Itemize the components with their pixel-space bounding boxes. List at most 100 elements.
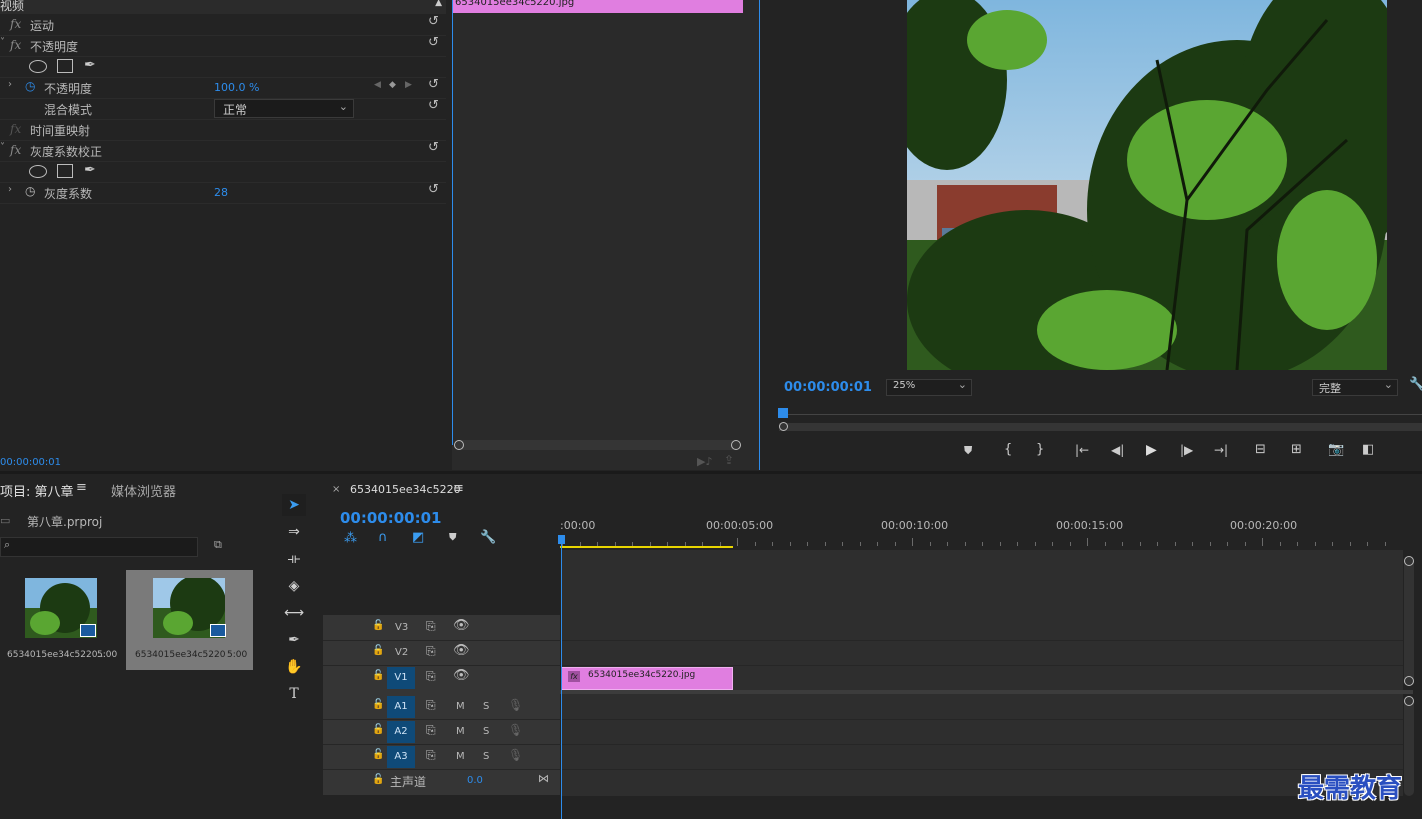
quality-select[interactable]: 完整 ⌄ <box>1312 378 1398 396</box>
ellipse-mask-icon[interactable] <box>29 60 47 73</box>
eye-icon[interactable]: 👁 <box>453 668 470 683</box>
microphone-icon[interactable]: 🎙 <box>508 698 523 712</box>
ellipse-mask-icon[interactable] <box>29 165 47 178</box>
stopwatch-icon[interactable]: ◷ <box>25 79 35 93</box>
lock-icon[interactable]: 🔓 <box>372 620 384 631</box>
program-playhead[interactable] <box>778 408 788 418</box>
scroll-handle-left[interactable] <box>779 422 788 431</box>
go-to-in-icon[interactable]: |← <box>1075 443 1089 457</box>
mute-button[interactable]: M <box>456 726 465 737</box>
program-scrollbar[interactable] <box>779 422 1422 431</box>
scroll-handle-left[interactable] <box>454 440 464 450</box>
timeline-clip[interactable]: fx 6534015ee34c5220.jpg <box>561 667 733 690</box>
prev-keyframe-icon[interactable]: ◀ <box>374 80 381 90</box>
timeline-timecode[interactable]: 00:00:00:01 <box>340 509 442 527</box>
track-label[interactable]: V3 <box>395 622 408 633</box>
reset-icon[interactable]: ↺ <box>428 182 439 197</box>
go-to-out-icon[interactable]: →| <box>1214 443 1228 457</box>
play-icon[interactable]: ▶ <box>1146 442 1157 458</box>
eye-icon[interactable]: 👁 <box>453 618 470 633</box>
sync-lock-icon[interactable]: ⎘ <box>426 619 436 634</box>
sync-lock-icon[interactable]: ⎘ <box>426 748 436 763</box>
panel-menu-icon[interactable]: ≡ <box>76 480 87 495</box>
sync-lock-icon[interactable]: ⎘ <box>426 669 436 684</box>
eye-icon[interactable]: 👁 <box>453 643 470 658</box>
track-target-a3[interactable]: A3 <box>387 746 415 768</box>
lock-icon[interactable]: 🔓 <box>372 774 384 785</box>
rectangle-mask-icon[interactable] <box>57 59 73 73</box>
audio-vscroll[interactable] <box>1404 696 1414 796</box>
master-value[interactable]: 0.0 <box>467 775 483 786</box>
compare-view-icon[interactable]: ◧ <box>1362 442 1374 457</box>
solo-button[interactable]: S <box>483 726 489 737</box>
add-keyframe-icon[interactable]: ◆ <box>389 80 396 90</box>
mark-in-icon[interactable]: { <box>1004 442 1012 457</box>
step-forward-icon[interactable]: |▶ <box>1180 443 1193 457</box>
mute-button[interactable]: M <box>456 751 465 762</box>
step-back-icon[interactable]: ◀| <box>1111 443 1124 457</box>
camera-icon[interactable]: 📷 <box>1328 442 1344 457</box>
project-search-input[interactable]: ⌕ <box>0 537 198 557</box>
video-vscroll[interactable] <box>1404 556 1414 686</box>
expand-chevron-icon[interactable]: › <box>8 184 12 195</box>
lift-icon[interactable]: ⊟ <box>1255 442 1266 457</box>
next-keyframe-icon[interactable]: ▶ <box>405 80 412 90</box>
lock-icon[interactable]: 🔓 <box>372 699 384 710</box>
mute-button[interactable]: M <box>456 701 465 712</box>
add-marker-icon[interactable]: ⛊ <box>964 444 972 458</box>
program-ruler[interactable] <box>779 408 1422 420</box>
pen-tool-icon[interactable]: ✒ <box>282 629 306 651</box>
export-icon[interactable]: ⇪ <box>724 453 734 467</box>
microphone-icon[interactable]: 🎙 <box>508 723 523 737</box>
ripple-edit-tool-icon[interactable]: ⟛ <box>282 548 306 570</box>
track-label[interactable]: V2 <box>395 647 408 658</box>
sync-lock-icon[interactable]: ⎘ <box>426 698 436 713</box>
effect-row-time-remap[interactable]: fx 时间重映射 <box>0 119 446 141</box>
reset-icon[interactable]: ↺ <box>428 98 439 113</box>
scroll-handle-top[interactable] <box>1404 696 1414 706</box>
selection-tool-icon[interactable]: ➤ <box>282 494 306 516</box>
microphone-icon[interactable]: 🎙 <box>508 748 523 762</box>
tab-project[interactable]: 项目: 第八章 <box>0 481 74 500</box>
track-target-v1[interactable]: V1 <box>387 667 415 689</box>
effect-row-motion[interactable]: fx 运动 ↺ <box>0 14 446 36</box>
lock-icon[interactable]: 🔓 <box>372 670 384 681</box>
track-select-tool-icon[interactable]: ⇒ <box>282 521 306 543</box>
reset-icon[interactable]: ↺ <box>428 140 439 155</box>
collapse-up-icon[interactable]: ▲ <box>435 0 442 8</box>
track-target-a1[interactable]: A1 <box>387 696 415 718</box>
razor-tool-icon[interactable]: ◈ <box>282 575 306 597</box>
go-to-end-icon[interactable]: ⋈ <box>538 772 549 785</box>
mark-out-icon[interactable]: } <box>1036 442 1044 457</box>
hand-tool-icon[interactable]: ✋ <box>282 656 306 678</box>
wrench-icon[interactable]: 🔧 <box>480 530 496 545</box>
zoom-select[interactable]: 25% ⌄ <box>886 378 972 396</box>
wrench-icon[interactable]: 🔧 <box>1409 377 1422 392</box>
sync-lock-icon[interactable]: ⎘ <box>426 723 436 738</box>
scroll-handle-right[interactable] <box>731 440 741 450</box>
sequence-tab[interactable]: 6534015ee34c5220 <box>350 483 461 496</box>
lock-icon[interactable]: 🔓 <box>372 645 384 656</box>
slip-tool-icon[interactable]: ⟷ <box>282 602 306 624</box>
effect-row-gamma[interactable]: ˅ fx 灰度系数校正 ↺ <box>0 140 446 162</box>
snap-magnet-icon[interactable]: ∩ <box>378 530 388 545</box>
reset-icon[interactable]: ↺ <box>428 35 439 50</box>
extract-icon[interactable]: ⊞ <box>1291 442 1302 457</box>
solo-button[interactable]: S <box>483 751 489 762</box>
opacity-value[interactable]: 100.0 % <box>214 81 259 94</box>
track-target-a2[interactable]: A2 <box>387 721 415 743</box>
close-tab-icon[interactable]: × <box>332 484 340 495</box>
work-area-bar[interactable] <box>560 546 733 548</box>
linked-selection-icon[interactable]: ◩ <box>412 530 424 545</box>
filter-icon[interactable]: ▶♪ <box>697 455 712 468</box>
solo-button[interactable]: S <box>483 701 489 712</box>
nest-icon[interactable]: ⁂ <box>344 531 357 546</box>
add-marker-icon[interactable]: ⛊ <box>449 532 457 543</box>
chevron-down-icon[interactable]: ˅ <box>0 142 5 153</box>
scroll-handle-bottom[interactable] <box>1404 676 1414 686</box>
new-bin-icon[interactable]: ⧉ <box>214 538 222 552</box>
effect-controls-timecode[interactable]: 00:00:00:01 <box>0 457 61 468</box>
stopwatch-icon[interactable]: ◷ <box>25 184 35 198</box>
effect-row-opacity[interactable]: ˅ fx 不透明度 ↺ <box>0 35 446 57</box>
reset-icon[interactable]: ↺ <box>428 77 439 92</box>
